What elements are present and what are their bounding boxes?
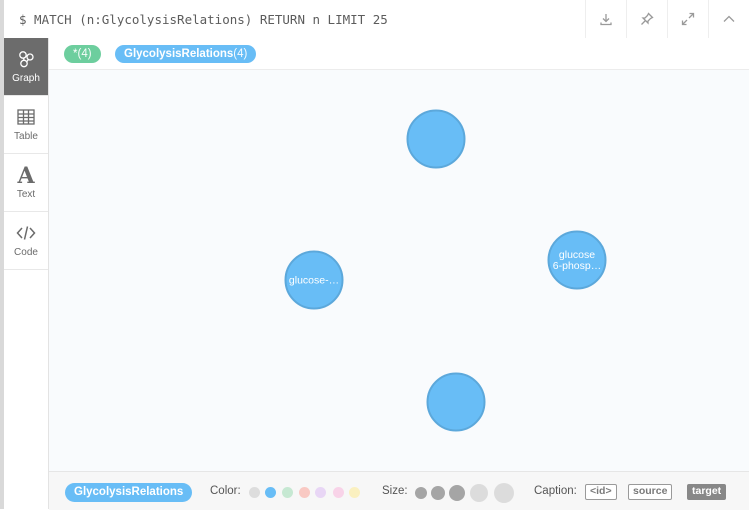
download-icon <box>600 14 612 26</box>
caption-option-source[interactable]: source <box>628 484 673 500</box>
chevron-up-icon <box>723 15 735 22</box>
sidebar-item-label: Graph <box>12 73 40 84</box>
collapse-button[interactable] <box>708 0 749 38</box>
frame-toolbar <box>585 0 749 38</box>
size-label: Size: <box>382 485 408 497</box>
sidebar-item-text[interactable]: A Text <box>4 154 48 212</box>
code-icon <box>16 226 36 240</box>
sidebar-item-code[interactable]: Code <box>4 212 48 270</box>
color-swatch[interactable] <box>282 487 293 498</box>
label-pill-glycolysis[interactable]: GlycolysisRelations(4) <box>115 45 257 63</box>
expand-button[interactable] <box>667 0 708 38</box>
size-option-4[interactable] <box>470 484 488 502</box>
label-pill-all[interactable]: *(4) <box>64 45 101 63</box>
size-option-5[interactable] <box>494 483 514 503</box>
label-pill-count: (4) <box>233 48 248 60</box>
footer-label-pill[interactable]: GlycolysisRelations <box>65 483 193 502</box>
query-text[interactable]: $ MATCH (n:GlycolysisRelations) RETURN n… <box>19 12 388 27</box>
sidebar-item-label: Table <box>14 131 38 142</box>
sidebar-item-label: Text <box>16 188 36 200</box>
label-pill-count: (4) <box>77 48 92 60</box>
graph-svg[interactable]: glucose-… glucose6-phosp… <box>49 70 749 471</box>
color-swatch[interactable] <box>265 487 276 498</box>
graph-node[interactable]: glucose-… <box>284 250 344 310</box>
caption-label: Caption: <box>534 485 577 497</box>
caption-option-target[interactable]: target <box>687 484 727 500</box>
pin-icon <box>641 12 654 25</box>
query-bar: $ MATCH (n:GlycolysisRelations) RETURN n… <box>4 0 749 39</box>
color-swatch[interactable] <box>349 487 360 498</box>
graph-node[interactable] <box>406 109 466 169</box>
sidebar-item-graph[interactable]: Graph <box>4 38 48 96</box>
label-pill-name: GlycolysisRelations <box>124 48 234 60</box>
expand-icon <box>681 12 695 26</box>
size-option-1[interactable] <box>415 487 427 499</box>
text-icon: A <box>17 162 35 189</box>
color-swatch[interactable] <box>333 487 344 498</box>
graph-node[interactable] <box>426 372 486 432</box>
graph-node-circle[interactable] <box>406 109 466 169</box>
caption-option-id[interactable]: <id> <box>585 484 617 500</box>
size-option-3[interactable] <box>449 485 465 501</box>
graph-node-caption: 6-phosp… <box>553 260 601 272</box>
color-swatch[interactable] <box>315 487 326 498</box>
graph-node-caption: glucose-… <box>289 275 339 287</box>
download-button[interactable] <box>585 0 626 38</box>
color-label: Color: <box>210 485 241 497</box>
sidebar-item-table[interactable]: Table <box>4 96 48 154</box>
table-icon <box>17 109 35 125</box>
style-inspector: GlycolysisRelations Color: Size: Caption… <box>49 471 749 510</box>
sidebar-item-label: Code <box>14 247 38 258</box>
graph-node[interactable]: glucose6-phosp… <box>547 230 607 290</box>
graph-icon <box>19 51 34 68</box>
pin-button[interactable] <box>626 0 667 38</box>
labels-bar: *(4) GlycolysisRelations(4) <box>49 38 749 70</box>
color-swatch[interactable] <box>249 487 260 498</box>
size-option-2[interactable] <box>431 486 445 500</box>
graph-node-circle[interactable] <box>426 372 486 432</box>
color-swatch[interactable] <box>299 487 310 498</box>
graph-canvas[interactable]: glucose-… glucose 6-phosp… <box>49 70 749 471</box>
view-sidebar: Graph Table A Text Code <box>4 38 49 509</box>
